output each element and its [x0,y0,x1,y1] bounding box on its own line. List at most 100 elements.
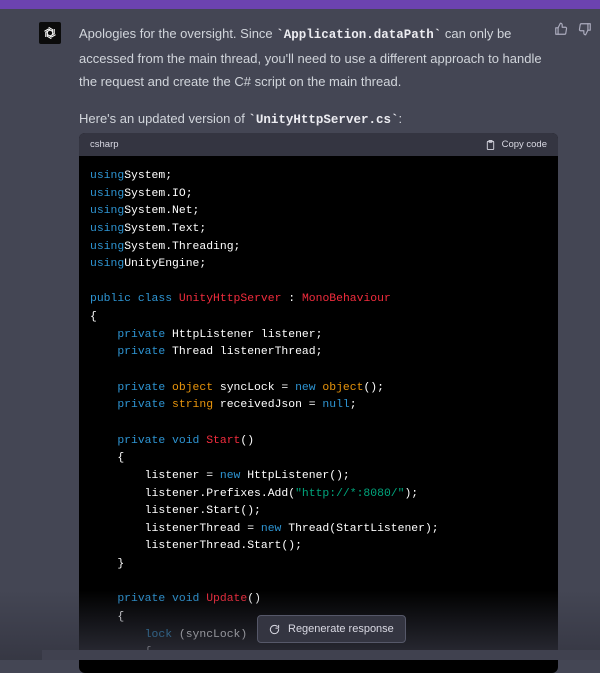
code-keyword: using [90,258,125,271]
code-token: { [90,311,97,324]
code-class-name: Start [206,434,241,447]
code-keyword: null [322,399,350,412]
code-token: ; [349,399,357,412]
code-token: Thread(StartListener); [288,522,439,535]
inline-code: `UnityHttpServer.cs` [248,113,399,127]
code-keyword: using [90,222,125,235]
code-token: System.Net; [124,205,200,218]
code-language-label: csharp [90,139,119,150]
code-token: listener.Start(); [90,505,261,518]
code-token: HttpListener listener; [172,328,323,341]
message-text: : [398,111,403,126]
assistant-avatar [39,22,61,44]
code-token: () [240,434,255,447]
code-token: System; [124,170,173,182]
code-line: listener.Prefixes.Add("http://*:8080/"); [90,486,547,504]
code-line: listener = new HttpListener(); [90,468,547,486]
copy-code-label: Copy code [501,139,547,150]
code-token: listener.Prefixes.Add( [90,487,296,500]
assistant-message: Apologies for the oversight. Since `Appl… [79,22,559,132]
code-keyword: private [117,434,173,447]
code-keyword: using [90,205,125,218]
code-type: string [172,399,214,412]
regenerate-label: Regenerate response [288,623,394,635]
code-keyword: new [295,381,323,394]
code-line: { [90,450,547,468]
feedback-buttons [554,22,592,36]
code-token: HttpListener(); [247,469,350,482]
code-line: usingSystem; [90,168,547,186]
code-keyword: private [117,346,173,359]
top-accent-bar [0,0,600,9]
inline-code: `Application.dataPath` [276,28,442,42]
code-token: } [90,558,125,571]
code-token: System.IO; [124,187,193,200]
copy-code-button[interactable]: Copy code [485,139,547,151]
code-token: receivedJson = [213,399,323,412]
thumbs-down-icon[interactable] [578,22,592,36]
code-keyword: using [90,170,125,182]
refresh-icon [269,624,280,634]
code-class-name: MonoBehaviour [301,293,391,306]
code-token: System.Threading; [124,240,241,253]
code-keyword: using [90,240,125,253]
code-keyword: public class [90,293,179,306]
code-token: listenerThread.Start(); [90,540,302,553]
code-line: private void Start() [90,433,547,451]
message-text: Here's an updated version of [79,111,249,126]
message-paragraph: Here's an updated version of `UnityHttpS… [79,107,559,132]
code-token: listener = [90,469,220,482]
code-keyword: using [90,187,125,200]
regenerate-response-button[interactable]: Regenerate response [257,615,406,643]
input-area-edge [42,650,600,660]
code-token: (); [363,381,384,394]
code-keyword: private [117,328,173,341]
code-line: private string receivedJson = null; [90,397,547,415]
code-token: { [90,452,125,465]
code-line: private Thread listenerThread; [90,344,547,362]
code-line: { [90,309,547,327]
code-line: listener.Start(); [90,503,547,521]
code-line: public class UnityHttpServer : MonoBehav… [90,291,547,309]
code-string: "http://*:8080/" [295,487,405,500]
code-line: usingSystem.IO; [90,186,547,204]
code-token: : [281,293,302,306]
code-keyword: private [117,399,173,412]
code-content: usingSystem; usingSystem.IO; usingSystem.N… [79,156,558,662]
message-text: Apologies for the oversight. Since [79,26,277,41]
message-paragraph: Apologies for the oversight. Since `Appl… [79,22,559,93]
code-type: object [172,381,214,394]
code-token: Thread listenerThread; [172,346,323,359]
code-token: UnityEngine; [124,258,207,271]
code-token: syncLock = [213,381,296,394]
code-keyword: void [172,434,207,447]
code-token: ); [404,487,419,500]
code-keyword: new [219,469,248,482]
code-line: listenerThread = new Thread(StartListene… [90,521,547,539]
code-line: usingSystem.Net; [90,203,547,221]
openai-logo-icon [44,26,56,40]
code-class-name: UnityHttpServer [178,293,282,306]
code-line: private HttpListener listener; [90,327,547,345]
code-token: listenerThread = [90,522,261,535]
code-keyword: new [260,522,289,535]
code-line: usingSystem.Threading; [90,239,547,257]
clipboard-icon [486,139,494,150]
code-line: usingSystem.Text; [90,221,547,239]
code-line: usingUnityEngine; [90,256,547,274]
code-token: System.Text; [124,222,207,235]
code-block-header: csharp Copy code [79,133,558,156]
code-line: private object syncLock = new object(); [90,380,547,398]
code-type: object [322,381,364,394]
code-line: listenerThread.Start(); [90,538,547,556]
code-line: } [90,556,547,574]
